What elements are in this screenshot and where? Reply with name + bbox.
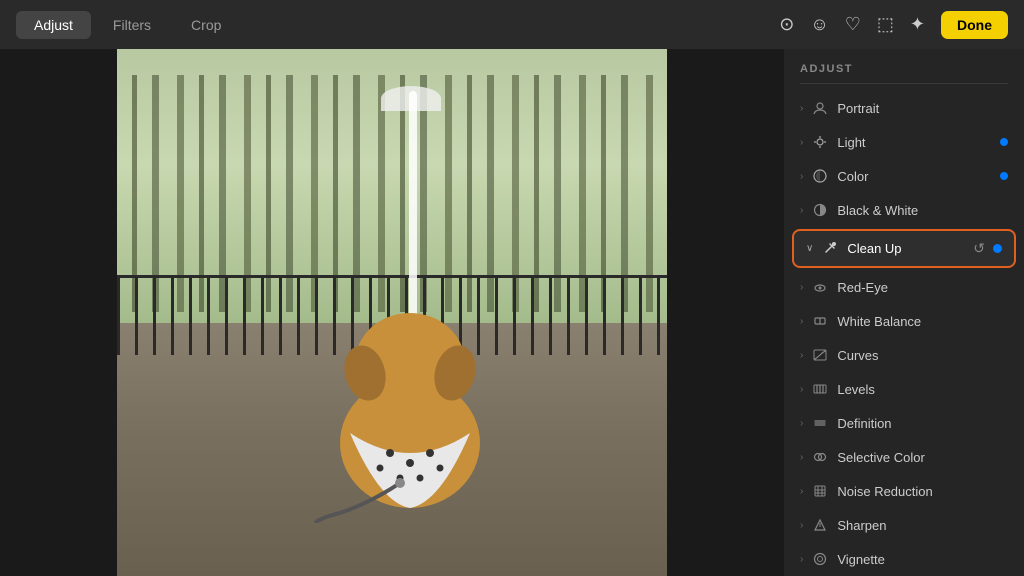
share-icon[interactable]: ⊙ bbox=[779, 14, 794, 35]
bw-icon bbox=[811, 201, 829, 219]
adjust-label-vignette: Vignette bbox=[837, 552, 1008, 567]
cleanup-sub: Size 91.24 bbox=[794, 265, 1014, 268]
adjust-item-bw[interactable]: › Black & White bbox=[784, 193, 1024, 227]
chevron-icon-wb: › bbox=[800, 316, 803, 327]
adjust-label-bw: Black & White bbox=[837, 203, 1008, 218]
adjust-item-redeye[interactable]: › Red-Eye bbox=[784, 270, 1024, 304]
adjust-label-portrait: Portrait bbox=[837, 101, 1008, 116]
cleanup-reset-icon[interactable]: ↺ bbox=[973, 240, 985, 257]
adjust-label-noise: Noise Reduction bbox=[837, 484, 1008, 499]
adjust-item-definition[interactable]: › Definition bbox=[784, 406, 1024, 440]
wb-icon bbox=[811, 312, 829, 330]
toolbar: Adjust Filters Crop ⊙ ☺ ♡ ⬚ ✦ Done bbox=[0, 0, 1024, 49]
photo-container bbox=[117, 49, 667, 576]
frame-icon[interactable]: ⬚ bbox=[877, 14, 894, 35]
chevron-icon-selective: › bbox=[800, 452, 803, 463]
adjust-label-redeye: Red-Eye bbox=[837, 280, 1008, 295]
adjust-label-selective: Selective Color bbox=[837, 450, 1008, 465]
dog-scene bbox=[117, 49, 667, 576]
redeye-icon bbox=[811, 278, 829, 296]
main-content: ADJUST › Portrait › bbox=[0, 49, 1024, 576]
levels-icon bbox=[811, 380, 829, 398]
light-icon bbox=[811, 133, 829, 151]
adjust-label-levels: Levels bbox=[837, 382, 1008, 397]
adjust-item-wb[interactable]: › White Balance bbox=[784, 304, 1024, 338]
adjust-item-portrait[interactable]: › Portrait bbox=[784, 91, 1024, 125]
chevron-down-icon: ∨ bbox=[806, 243, 813, 254]
chevron-icon-levels: › bbox=[800, 384, 803, 395]
chevron-icon-redeye: › bbox=[800, 282, 803, 293]
light-active-dot bbox=[1000, 138, 1008, 146]
adjust-label-sharpen: Sharpen bbox=[837, 518, 1008, 533]
tab-filters[interactable]: Filters bbox=[95, 11, 169, 39]
adjust-label-definition: Definition bbox=[837, 416, 1008, 431]
sharpen-icon bbox=[811, 516, 829, 534]
chevron-icon-light: › bbox=[800, 137, 803, 148]
cleanup-icon bbox=[821, 239, 839, 257]
adjust-label-curves: Curves bbox=[837, 348, 1008, 363]
adjust-item-sharpen[interactable]: › Sharpen bbox=[784, 508, 1024, 542]
noise-icon bbox=[811, 482, 829, 500]
color-active-dot bbox=[1000, 172, 1008, 180]
tab-crop[interactable]: Crop bbox=[173, 11, 239, 39]
adjust-item-light[interactable]: › Light bbox=[784, 125, 1024, 159]
portrait-icon bbox=[811, 99, 829, 117]
cleanup-label: Clean Up bbox=[847, 241, 973, 256]
cleanup-active-dot bbox=[993, 244, 1002, 253]
photo-area bbox=[0, 49, 784, 576]
cleanup-header[interactable]: ∨ Clean Up ↺ bbox=[794, 231, 1014, 265]
definition-icon bbox=[811, 414, 829, 432]
adjust-item-selective[interactable]: › Selective Color bbox=[784, 440, 1024, 474]
cleanup-actions: ↺ bbox=[973, 240, 1002, 257]
adjust-item-levels[interactable]: › Levels bbox=[784, 372, 1024, 406]
toolbar-right: ⊙ ☺ ♡ ⬚ ✦ Done bbox=[779, 11, 1008, 39]
done-button[interactable]: Done bbox=[941, 11, 1008, 39]
chevron-icon-bw: › bbox=[800, 205, 803, 216]
color-icon bbox=[811, 167, 829, 185]
panel-title: ADJUST bbox=[784, 49, 1024, 83]
adjust-label-color: Color bbox=[837, 169, 1000, 184]
tab-adjust[interactable]: Adjust bbox=[16, 11, 91, 39]
vignette-icon bbox=[811, 550, 829, 568]
chevron-icon-noise: › bbox=[800, 486, 803, 497]
right-panel: ADJUST › Portrait › bbox=[784, 49, 1024, 576]
adjust-label-wb: White Balance bbox=[837, 314, 1008, 329]
selective-icon bbox=[811, 448, 829, 466]
emoji-icon[interactable]: ☺ bbox=[810, 14, 828, 35]
chevron-icon-portrait: › bbox=[800, 103, 803, 114]
curves-icon bbox=[811, 346, 829, 364]
dog-image bbox=[310, 243, 510, 523]
adjust-item-vignette[interactable]: › Vignette bbox=[784, 542, 1024, 576]
adjust-item-color[interactable]: › Color bbox=[784, 159, 1024, 193]
adjust-item-curves[interactable]: › Curves bbox=[784, 338, 1024, 372]
magic-icon[interactable]: ✦ bbox=[910, 14, 925, 35]
chevron-icon-definition: › bbox=[800, 418, 803, 429]
chevron-icon-color: › bbox=[800, 171, 803, 182]
adjust-item-noise[interactable]: › Noise Reduction bbox=[784, 474, 1024, 508]
chevron-icon-curves: › bbox=[800, 350, 803, 361]
toolbar-tabs: Adjust Filters Crop bbox=[16, 11, 239, 39]
adjust-label-light: Light bbox=[837, 135, 1000, 150]
heart-icon[interactable]: ♡ bbox=[845, 14, 861, 35]
chevron-icon-vignette: › bbox=[800, 554, 803, 565]
chevron-icon-sharpen: › bbox=[800, 520, 803, 531]
cleanup-section: ∨ Clean Up ↺ bbox=[792, 229, 1016, 268]
